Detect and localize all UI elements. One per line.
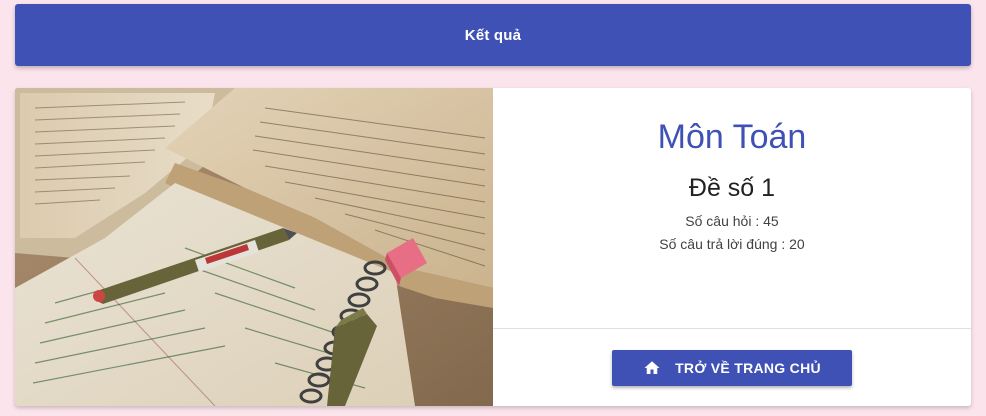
back-home-label: TRỞ VỀ TRANG CHỦ bbox=[675, 360, 821, 376]
home-icon bbox=[643, 359, 661, 377]
result-panel: Môn Toán Đề số 1 Số câu hỏi : 45 Số câu … bbox=[493, 88, 971, 406]
exam-title: Đề số 1 bbox=[688, 174, 776, 202]
card-divider bbox=[493, 328, 971, 329]
back-home-button[interactable]: TRỞ VỀ TRANG CHỦ bbox=[612, 350, 852, 386]
result-card: Môn Toán Đề số 1 Số câu hỏi : 45 Số câu … bbox=[15, 88, 971, 406]
header-bar: Kết quả bbox=[15, 4, 971, 66]
correct-count-text: Số câu trả lời đúng : 20 bbox=[659, 236, 805, 252]
subject-title: Môn Toán bbox=[657, 118, 807, 156]
study-books-image bbox=[15, 88, 493, 406]
question-count-text: Số câu hỏi : 45 bbox=[685, 213, 779, 229]
page-title: Kết quả bbox=[464, 26, 522, 44]
